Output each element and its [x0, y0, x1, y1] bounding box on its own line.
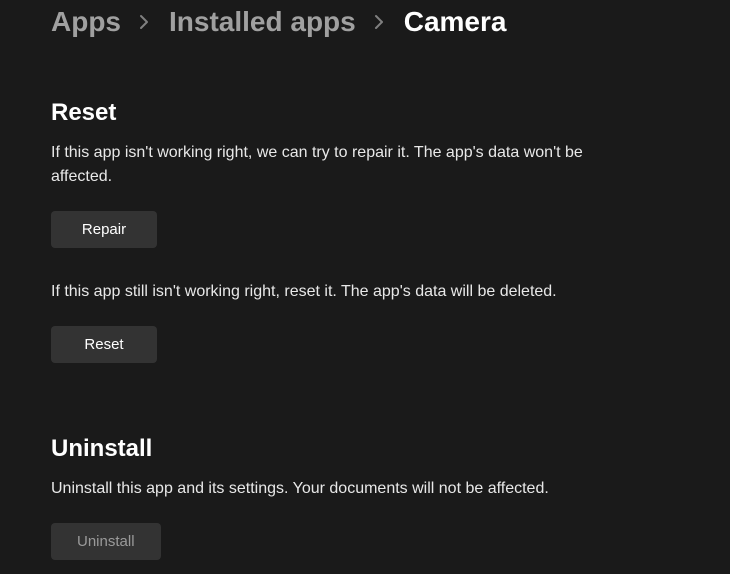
uninstall-description: Uninstall this app and its settings. You… — [51, 477, 611, 501]
breadcrumb-apps[interactable]: Apps — [51, 5, 121, 39]
reset-section: Reset If this app isn't working right, w… — [51, 99, 730, 363]
breadcrumb: Apps Installed apps Camera — [51, 5, 730, 39]
uninstall-button[interactable]: Uninstall — [51, 523, 161, 560]
chevron-right-icon — [374, 14, 386, 30]
reset-title: Reset — [51, 99, 730, 127]
uninstall-section: Uninstall Uninstall this app and its set… — [51, 435, 730, 560]
repair-button[interactable]: Repair — [51, 211, 157, 248]
reset-description: If this app still isn't working right, r… — [51, 280, 611, 304]
reset-button[interactable]: Reset — [51, 326, 157, 363]
repair-description: If this app isn't working right, we can … — [51, 141, 611, 189]
breadcrumb-installed-apps[interactable]: Installed apps — [169, 5, 356, 39]
chevron-right-icon — [139, 14, 151, 30]
uninstall-title: Uninstall — [51, 435, 730, 463]
breadcrumb-current: Camera — [404, 5, 507, 39]
